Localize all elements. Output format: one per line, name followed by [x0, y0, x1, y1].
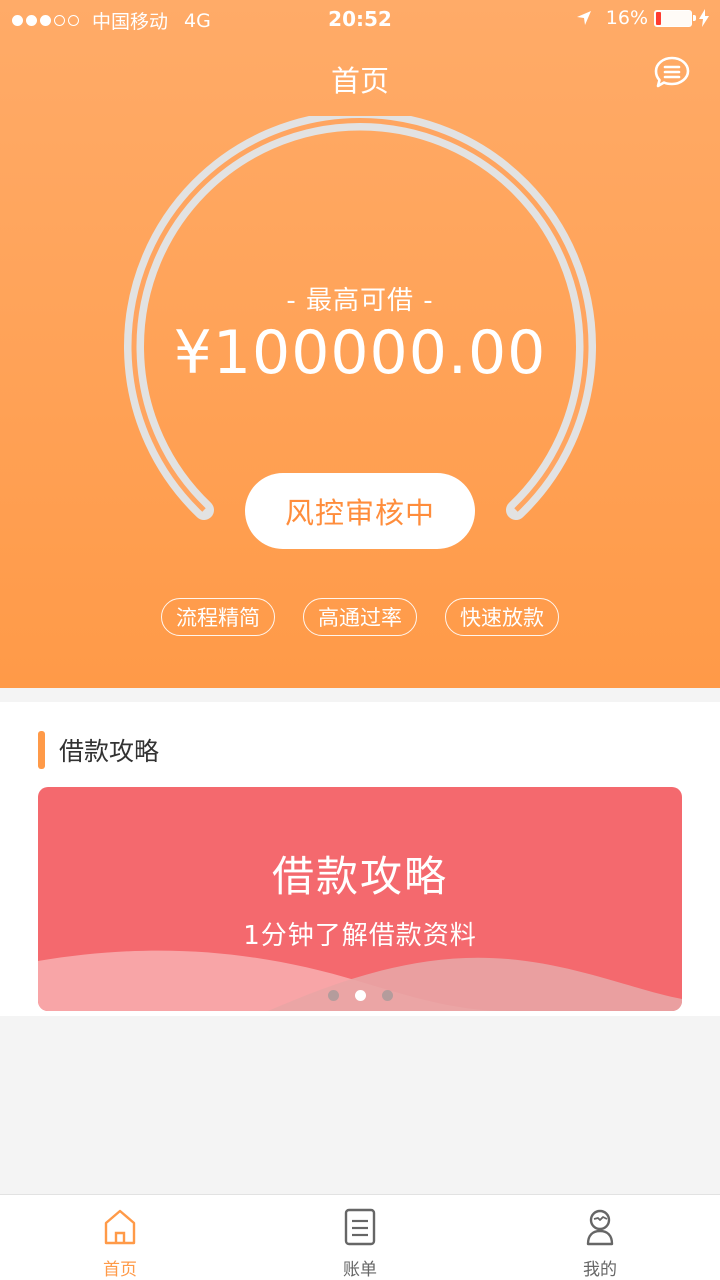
bottom-tab-bar: 首页 账单 我的: [0, 1194, 720, 1280]
loan-guide-section: 借款攻略 借款攻略 1分钟了解借款资料: [0, 702, 720, 1016]
tab-label: 首页: [103, 1260, 137, 1280]
risk-review-button[interactable]: 风控审核中: [245, 473, 475, 549]
profile-icon: [586, 1209, 614, 1246]
pager-dot[interactable]: [327, 990, 339, 1001]
loan-guide-banner[interactable]: 借款攻略 1分钟了解借款资料: [38, 787, 682, 1011]
pager-dot[interactable]: [381, 990, 393, 1001]
home-icon: [104, 1209, 136, 1245]
feature-tag: 流程精简: [161, 598, 275, 636]
banner-title: 借款攻略: [271, 852, 448, 901]
section-title: 借款攻略: [59, 737, 160, 766]
status-right: 16%: [576, 7, 710, 29]
tab-label: 账单: [343, 1260, 377, 1280]
max-borrow-amount: ¥100000.00: [173, 318, 547, 388]
max-borrow-label: - 最高可借 -: [286, 286, 434, 316]
battery-level: [656, 11, 661, 25]
section-header: 借款攻略: [38, 731, 159, 769]
banner-subtitle: 1分钟了解借款资料: [243, 921, 477, 951]
feature-tags: 流程精简 高通过率 快速放款: [0, 598, 720, 636]
banner-pager: [38, 990, 682, 1001]
section-accent-bar: [38, 731, 45, 769]
battery-icon: [654, 9, 696, 27]
charging-bolt-icon: [699, 9, 709, 27]
status-bar: 中国移动 4G 20:52 16%: [0, 0, 720, 40]
feature-tag: 快速放款: [445, 598, 559, 636]
tab-bill[interactable]: 账单: [240, 1195, 480, 1280]
message-icon[interactable]: [654, 56, 690, 90]
home-screen: 中国移动 4G 20:52 16% 首页 - 最高可借 - ¥100000.00: [0, 0, 720, 1280]
page-title: 首页: [330, 64, 389, 98]
pager-dot-active[interactable]: [354, 990, 366, 1001]
tab-home[interactable]: 首页: [0, 1195, 240, 1280]
feature-tag: 高通过率: [303, 598, 417, 636]
battery-percent: 16%: [605, 7, 648, 29]
tab-profile[interactable]: 我的: [480, 1195, 720, 1280]
bill-icon: [344, 1208, 376, 1246]
location-arrow-icon: [576, 11, 591, 25]
tab-label: 我的: [583, 1260, 617, 1280]
